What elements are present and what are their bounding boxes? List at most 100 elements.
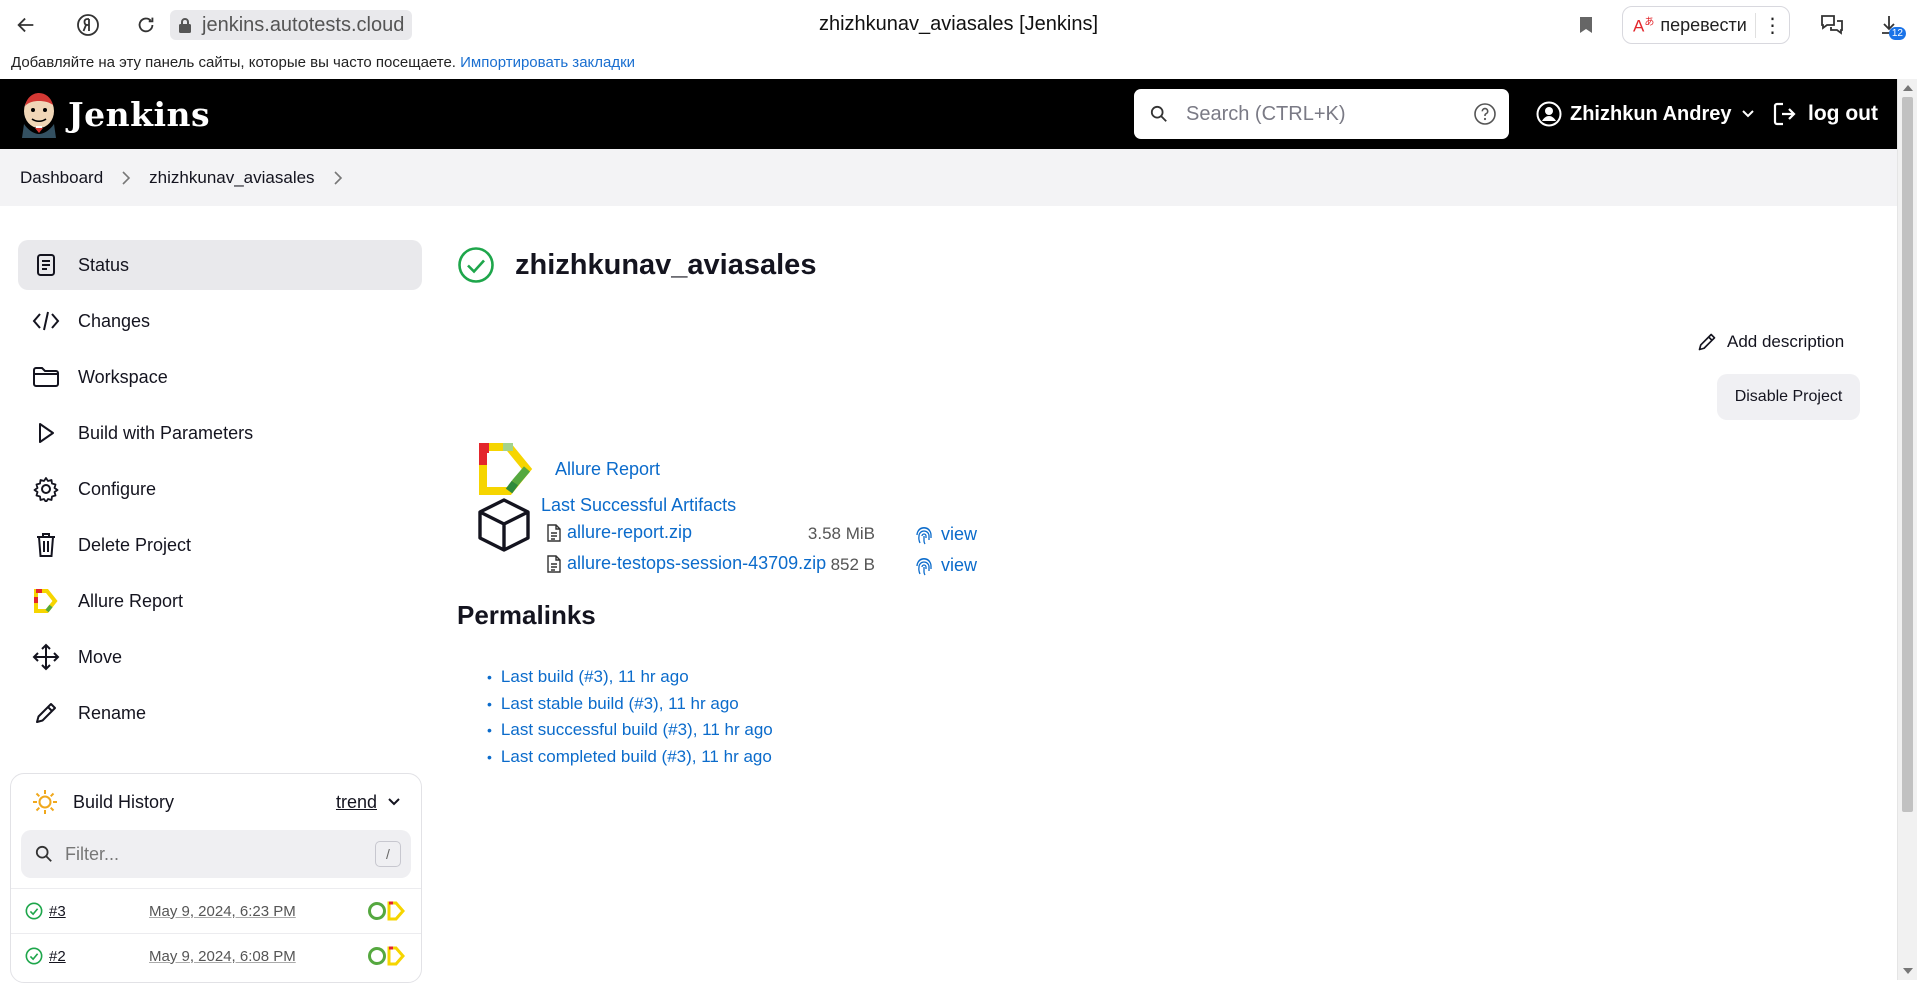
build-filter-input[interactable] [65, 843, 375, 865]
bookmarks-hint: Добавляйте на эту панель сайты, которые … [11, 54, 456, 71]
list-item: Last stable build (#3), 11 hr ago [487, 691, 773, 718]
lock-icon [170, 10, 200, 40]
page-title: zhizhkunav_aviasales [457, 240, 1877, 290]
build-row[interactable]: #2 May 9, 2024, 6:08 PM [11, 933, 421, 978]
build-date[interactable]: May 9, 2024, 6:23 PM [149, 903, 361, 920]
translate-menu-icon[interactable]: ⋮ [1755, 12, 1789, 38]
sidebar: Status Changes Workspace Build with Para… [18, 240, 422, 744]
list-item: Last build (#3), 11 hr ago [487, 664, 773, 691]
disable-project-button[interactable]: Disable Project [1717, 374, 1860, 420]
reload-icon[interactable] [126, 5, 166, 45]
build-history-title: Build History [73, 791, 175, 812]
yandex-icon[interactable] [68, 5, 108, 45]
user-icon [1536, 101, 1562, 127]
chevron-right-icon [121, 170, 131, 185]
sidebar-item-status[interactable]: Status [18, 240, 422, 290]
address-bar[interactable]: jenkins.autotests.cloud [170, 9, 413, 41]
permalink-last-build[interactable]: Last build (#3), 11 hr ago [501, 667, 689, 687]
trend-link[interactable]: trend [336, 792, 377, 813]
build-date[interactable]: May 9, 2024, 6:08 PM [149, 948, 361, 965]
permalink-last-successful-build[interactable]: Last successful build (#3), 11 hr ago [501, 720, 773, 740]
list-item: Last successful build (#3), 11 hr ago [487, 717, 773, 744]
sun-icon [33, 790, 57, 814]
main-content: zhizhkunav_aviasales Add description Dis… [457, 240, 1877, 766]
page-scrollbar[interactable] [1897, 79, 1917, 980]
allure-icon [32, 587, 60, 615]
pencil-icon [1698, 333, 1716, 351]
build-row[interactable]: #3 May 9, 2024, 6:23 PM [11, 888, 421, 933]
fingerprint-icon [916, 526, 932, 544]
artifact-view-link[interactable]: view [915, 555, 977, 576]
artifact-size: 852 B [830, 555, 875, 574]
sidebar-item-label: Status [78, 254, 130, 275]
jenkins-logo-icon [22, 93, 56, 138]
breadcrumb: Dashboard zhizhkunav_aviasales [0, 149, 1897, 206]
bookmark-icon[interactable] [1572, 11, 1600, 39]
search-input[interactable] [1186, 102, 1473, 126]
allure-report-icon[interactable] [367, 945, 407, 967]
permalink-last-stable-build[interactable]: Last stable build (#3), 11 hr ago [501, 694, 739, 714]
scroll-down-icon[interactable] [1903, 968, 1913, 974]
fingerprint-icon [916, 557, 932, 575]
artifact-file-link[interactable]: allure-testops-session-43709.zip [567, 553, 826, 574]
gear-icon [32, 475, 60, 503]
sidebar-item-label: Delete Project [78, 534, 192, 555]
sidebar-item-build-with-parameters[interactable]: Build with Parameters [18, 408, 422, 458]
build-history-header: Build History trend [11, 774, 421, 830]
chevron-right-icon[interactable] [333, 170, 343, 185]
sidebar-item-move[interactable]: Move [18, 632, 422, 682]
folder-icon [32, 363, 60, 391]
scroll-up-icon[interactable] [1903, 85, 1913, 91]
success-icon [25, 902, 43, 920]
logout-icon [1773, 102, 1796, 126]
chat-icon[interactable] [1815, 8, 1849, 42]
sidebar-item-label: Workspace [78, 366, 168, 387]
status-icon [32, 251, 60, 279]
address-host: jenkins.autotests.cloud [200, 10, 413, 40]
sidebar-item-rename[interactable]: Rename [18, 688, 422, 738]
success-icon [458, 247, 494, 283]
bookmarks-bar: Добавляйте на эту панель сайты, которые … [0, 50, 1917, 79]
chevron-down-icon [1742, 110, 1755, 118]
logout-link[interactable]: log out [1772, 96, 1878, 132]
artifact-view-link[interactable]: view [915, 524, 977, 545]
sidebar-item-allure-report[interactable]: Allure Report [18, 576, 422, 626]
sidebar-item-changes[interactable]: Changes [18, 296, 422, 346]
search-icon [35, 845, 52, 862]
build-number-link[interactable]: #2 [49, 948, 149, 965]
view-label: view [941, 555, 978, 575]
build-number-link[interactable]: #3 [49, 903, 149, 920]
search-box[interactable] [1134, 89, 1509, 139]
permalink-last-completed-build[interactable]: Last completed build (#3), 11 hr ago [501, 747, 772, 767]
sidebar-item-label: Changes [78, 310, 151, 331]
sidebar-item-workspace[interactable]: Workspace [18, 352, 422, 402]
chevron-down-icon[interactable] [387, 797, 401, 807]
jenkins-brand: Jenkins [68, 94, 211, 134]
permalinks-list: Last build (#3), 11 hr ago Last stable b… [487, 664, 773, 770]
downloads-icon[interactable]: 12 [1872, 8, 1906, 42]
allure-report-link[interactable]: Allure Report [555, 459, 660, 480]
sidebar-item-configure[interactable]: Configure [18, 464, 422, 514]
build-filter[interactable]: / [21, 830, 411, 878]
scrollbar-thumb[interactable] [1902, 97, 1913, 812]
artifact-file-link[interactable]: allure-report.zip [567, 522, 692, 543]
breadcrumb-dashboard[interactable]: Dashboard [20, 168, 103, 188]
sidebar-item-label: Configure [78, 478, 157, 499]
move-icon [32, 643, 60, 671]
back-icon[interactable] [6, 5, 46, 45]
last-successful-artifacts-link[interactable]: Last Successful Artifacts [541, 495, 736, 516]
help-icon[interactable] [1473, 102, 1497, 126]
translate-button[interactable]: Aあ перевести ⋮ [1622, 6, 1790, 44]
add-description-link[interactable]: Add description [1697, 332, 1844, 352]
sidebar-item-delete-project[interactable]: Delete Project [18, 520, 422, 570]
user-menu[interactable]: Zhizhkun Andrey [1536, 96, 1755, 132]
jenkins-home-link[interactable]: Jenkins [20, 90, 210, 138]
play-icon [32, 419, 60, 447]
browser-toolbar: jenkins.autotests.cloud zhizhkunav_avias… [0, 0, 1917, 50]
import-bookmarks-link[interactable]: Импортировать закладки [460, 54, 635, 71]
filter-shortcut-badge: / [375, 841, 401, 867]
breadcrumb-project[interactable]: zhizhkunav_aviasales [149, 168, 314, 188]
allure-report-section: Allure Report [477, 443, 660, 495]
allure-report-icon[interactable] [367, 900, 407, 922]
